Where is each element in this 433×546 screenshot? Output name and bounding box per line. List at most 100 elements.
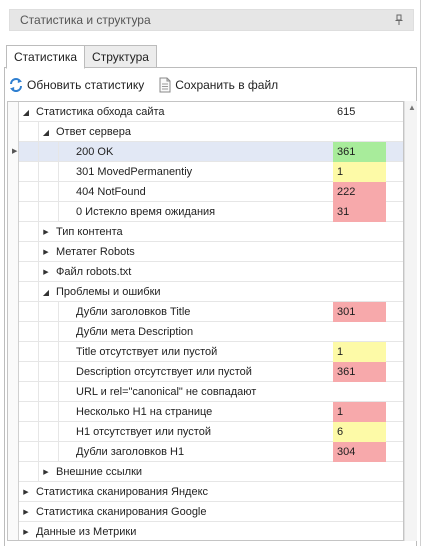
row-indicator [8,122,19,142]
row-label: Статистика обхода сайта [36,106,165,118]
statistics-tree: ◢ Статистика обхода сайта 615 ◢ Ответ сервер… [7,101,404,541]
tree-row[interactable]: ▶ 200 OK 361 [8,142,403,162]
expand-arrow-icon[interactable]: ▶ [41,246,51,258]
tree-row[interactable]: ▶ Статистика сканирования Google [8,502,403,522]
indent-guide [19,402,39,422]
indent-guide [19,342,39,362]
expand-arrow-icon[interactable]: ▶ [41,466,51,478]
row-indicator [8,362,19,382]
tree-row[interactable]: ▶ Данные из Метрики [8,522,403,540]
row-label: Статистика сканирования Яндекс [36,486,209,498]
collapse-arrow-icon[interactable]: ◢ [21,106,31,118]
row-label: Внешние ссылки [56,466,143,478]
row-value: 1 [333,342,386,362]
panel-divider [420,0,421,546]
indent-guide [19,362,39,382]
tree-row[interactable]: ▶ Статистика сканирования Яндекс [8,482,403,502]
refresh-label: Обновить статистику [27,78,145,92]
expand-arrow-icon[interactable]: ▶ [41,266,51,278]
vertical-scrollbar[interactable]: ▲ [404,101,417,541]
collapse-arrow-icon[interactable]: ◢ [41,286,51,298]
tree-row[interactable]: ◢ Ответ сервера [8,122,403,142]
row-indicator [8,242,19,262]
collapse-arrow-icon[interactable]: ◢ [41,126,51,138]
tree-row[interactable]: 301 MovedPermanentiy 1 [8,162,403,182]
indent-guide [39,182,59,202]
tree-row[interactable]: ▶ Внешние ссылки [8,462,403,482]
tab-strip: Статистика Структура [6,45,157,69]
indent-guide [39,382,59,402]
indent-guide [19,142,39,162]
indent-guide [39,162,59,182]
refresh-statistics-button[interactable]: Обновить статистику [8,77,144,93]
tree-row[interactable]: H1 отсутствует или пустой 6 [8,422,403,442]
row-value: 304 [333,442,386,462]
row-label: Проблемы и ошибки [56,286,161,298]
row-label: Статистика сканирования Google [36,506,207,518]
row-indicator [8,102,19,122]
tree-row[interactable]: Дубли заголовков H1 304 [8,442,403,462]
expand-arrow-icon[interactable]: ▶ [21,526,31,538]
row-label: Ответ сервера [56,126,131,138]
row-indicator [8,202,19,222]
indent-guide [19,162,39,182]
tree-row[interactable]: Дубли мета Description [8,322,403,342]
tree-row[interactable]: Дубли заголовков Title 301 [8,302,403,322]
row-indicator: ▶ [8,142,19,162]
expand-arrow-icon[interactable]: ▶ [21,506,31,518]
row-label: Title отсутствует или пустой [76,346,218,358]
row-label: Файл robots.txt [56,266,132,278]
row-value: 615 [337,106,356,118]
scroll-up-arrow-icon[interactable]: ▲ [408,104,416,112]
current-row-icon: ▶ [12,148,18,155]
row-label: Несколько H1 на странице [76,406,213,418]
tree-row[interactable]: ◢ Проблемы и ошибки [8,282,403,302]
save-to-file-button[interactable]: Сохранить в файл [158,77,278,93]
indent-guide [39,202,59,222]
tree-row[interactable]: Title отсутствует или пустой 1 [8,342,403,362]
toolbar: Обновить статистику Сохранить в файл [8,73,292,97]
refresh-icon [10,78,22,92]
tree-row[interactable]: 0 Истекло время ожидания 31 [8,202,403,222]
row-value: 1 [333,162,386,182]
tab-structure[interactable]: Структура [84,45,157,68]
expand-arrow-icon[interactable]: ▶ [41,226,51,238]
row-indicator [8,402,19,422]
tree-row[interactable]: ▶ Файл robots.txt [8,262,403,282]
tab-label: Структура [92,49,149,64]
tab-statistics[interactable]: Статистика [6,45,86,69]
document-icon [159,77,171,93]
indent-guide [39,402,59,422]
row-label: Дубли заголовков H1 [76,446,185,458]
tree-row[interactable]: URL и rel="canonical" не совпадают [8,382,403,402]
tree-row[interactable]: ▶ Тип контента [8,222,403,242]
save-label: Сохранить в файл [175,78,279,92]
row-indicator [8,502,19,522]
indent-guide [39,342,59,362]
row-indicator [8,262,19,282]
row-label: H1 отсутствует или пустой [76,426,211,438]
row-value: 361 [333,362,386,382]
tree-row[interactable]: ◢ Статистика обхода сайта 615 [8,102,403,122]
tree-row[interactable]: 404 NotFound 222 [8,182,403,202]
indent-guide [19,222,39,242]
indent-guide [39,302,59,322]
row-indicator [8,522,19,540]
row-indicator [8,342,19,362]
panel-header: Статистика и структура [9,9,414,31]
tree-row[interactable]: ▶ Метатег Robots [8,242,403,262]
row-label: 200 OK [76,146,114,158]
indent-guide [19,442,39,462]
indent-guide [19,202,39,222]
tree-row[interactable]: Несколько H1 на странице 1 [8,402,403,422]
tab-label: Статистика [14,50,78,64]
tree-row[interactable]: Description отсутствует или пустой 361 [8,362,403,382]
indent-guide [19,242,39,262]
indent-guide [19,462,39,482]
row-indicator [8,422,19,442]
row-value: 301 [333,302,386,322]
pin-icon[interactable] [393,14,405,26]
indent-guide [39,442,59,462]
expand-arrow-icon[interactable]: ▶ [21,486,31,498]
row-value: 222 [333,182,386,202]
